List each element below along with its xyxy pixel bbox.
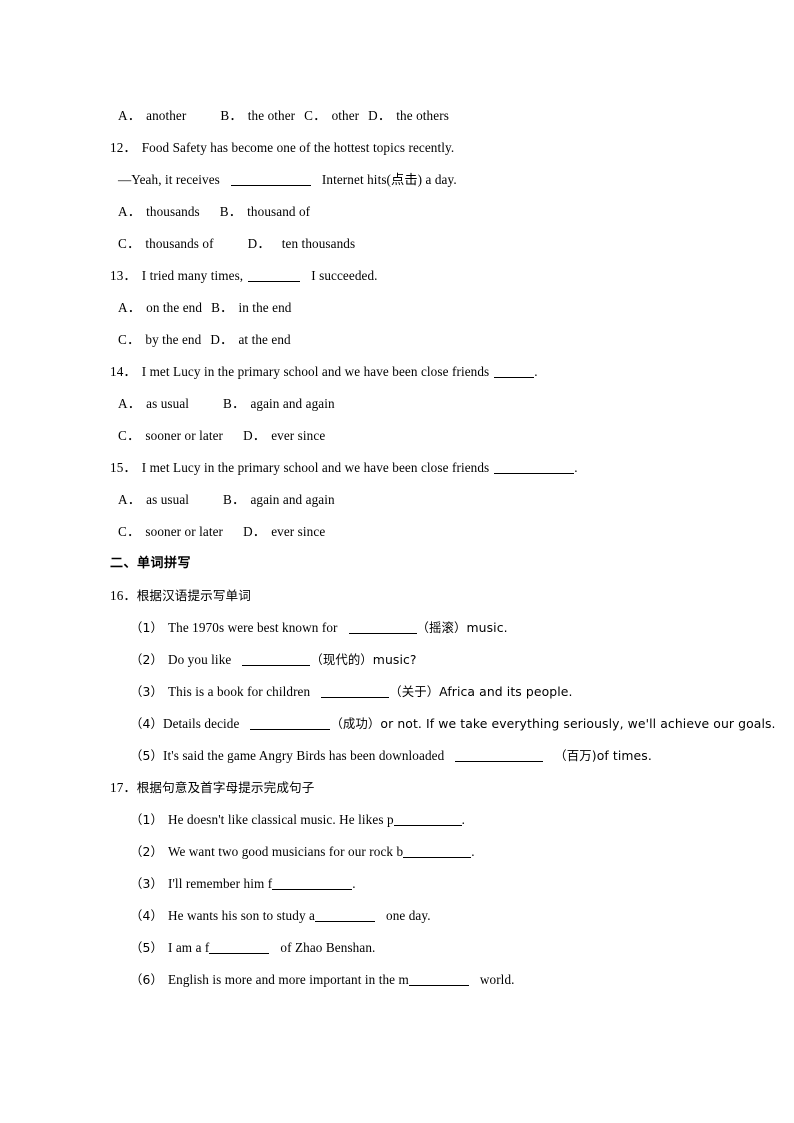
question-13-options-row-1: A． on the end B． in the end bbox=[110, 292, 704, 324]
question-14-options-row-1: A． as usual B． again and again bbox=[110, 388, 704, 420]
question-16-number: 16． bbox=[110, 588, 137, 603]
question-16-item-2: （2） Do you like （现代的）music? bbox=[130, 652, 417, 667]
option-c[interactable]: C． other bbox=[304, 100, 359, 132]
answer-blank[interactable] bbox=[321, 685, 390, 698]
option-c[interactable]: C． thousands of bbox=[118, 228, 214, 260]
option-a[interactable]: A． thousands bbox=[118, 196, 200, 228]
option-a[interactable]: A． as usual bbox=[118, 484, 189, 516]
question-12-text: Food Safety has become one of the hottes… bbox=[141, 140, 455, 155]
option-d[interactable]: D． ever since bbox=[243, 516, 325, 548]
option-d[interactable]: D． ten thousands bbox=[248, 228, 356, 260]
answer-blank[interactable] bbox=[250, 717, 331, 730]
question-16-item-5: （5）It's said the game Angry Birds has be… bbox=[130, 748, 652, 763]
answer-blank[interactable] bbox=[494, 365, 535, 378]
option-a[interactable]: A． another bbox=[118, 100, 186, 132]
option-b[interactable]: B． again and again bbox=[223, 484, 335, 516]
section-2-heading: 二、单词拼写 bbox=[110, 556, 192, 571]
question-17-item-5: （5） I am a f of Zhao Benshan. bbox=[130, 940, 376, 955]
question-15-options-row-2: C． sooner or later D． ever since bbox=[110, 516, 704, 548]
answer-blank[interactable] bbox=[494, 461, 575, 474]
document-page: A． another B． the other C． other D． the others … bbox=[0, 0, 794, 1123]
option-d[interactable]: D． the others bbox=[368, 100, 449, 132]
question-16-item-3: （3） This is a book for children （关于）Africa… bbox=[130, 684, 573, 699]
question-12-dialogue: —Yeah, it receives Internet hits(点击) a da… bbox=[118, 172, 457, 187]
question-17-prompt: 17．根据句意及首字母提示完成句子 bbox=[110, 772, 704, 804]
question-12-stem: 12． Food Safety has become one of the hot… bbox=[110, 132, 704, 164]
question-12-options-row-2: C． thousands of D． ten thousands bbox=[110, 228, 704, 260]
question-14-number: 14． bbox=[110, 364, 137, 379]
answer-blank[interactable] bbox=[455, 749, 544, 762]
question-17-number: 17． bbox=[110, 780, 137, 795]
question-15-options-row-1: A． as usual B． again and again bbox=[110, 484, 704, 516]
answer-blank[interactable] bbox=[242, 653, 311, 666]
answer-blank[interactable] bbox=[230, 173, 311, 186]
answer-blank[interactable] bbox=[348, 621, 417, 634]
question-11-options-row: A． another B． the other C． other D． the others bbox=[110, 100, 704, 132]
answer-blank[interactable] bbox=[248, 269, 301, 282]
option-b[interactable]: B． thousand of bbox=[220, 196, 310, 228]
question-13-stem: 13． I tried many times, I succeeded. bbox=[110, 260, 704, 292]
option-b[interactable]: B． again and again bbox=[223, 388, 335, 420]
answer-blank[interactable] bbox=[403, 845, 472, 858]
question-16-item-1: （1） The 1970s were best known for （摇滚）musi… bbox=[130, 620, 508, 635]
question-16-item-4: （4）Details decide （成功）or not. If we take … bbox=[130, 716, 776, 731]
question-12-number: 12． bbox=[110, 140, 137, 155]
option-b[interactable]: B． in the end bbox=[211, 292, 291, 324]
answer-blank[interactable] bbox=[209, 941, 270, 954]
option-a[interactable]: A． on the end bbox=[118, 292, 202, 324]
option-c[interactable]: C． by the end bbox=[118, 324, 201, 356]
question-14-options-row-2: C． sooner or later D． ever since bbox=[110, 420, 704, 452]
option-c[interactable]: C． sooner or later bbox=[118, 516, 223, 548]
question-14-stem: 14． I met Lucy in the primary school and … bbox=[110, 356, 704, 388]
question-17-item-3: （3） I'll remember him f. bbox=[130, 876, 356, 891]
option-a[interactable]: A． as usual bbox=[118, 388, 189, 420]
answer-blank[interactable] bbox=[408, 973, 469, 986]
question-13-options-row-2: C． by the end D． at the end bbox=[110, 324, 704, 356]
option-d[interactable]: D． at the end bbox=[210, 324, 290, 356]
question-12-options-row-1: A． thousands B． thousand of bbox=[110, 196, 704, 228]
question-17-item-6: （6） English is more and more important in… bbox=[130, 972, 515, 987]
option-c[interactable]: C． sooner or later bbox=[118, 420, 223, 452]
answer-blank[interactable] bbox=[315, 909, 375, 922]
question-16-prompt: 16．根据汉语提示写单词 bbox=[110, 580, 704, 612]
question-17-item-4: （4） He wants his son to study a one day. bbox=[130, 908, 431, 923]
question-17-item-1: （1） He doesn't like classical music. He l… bbox=[130, 812, 466, 827]
option-b[interactable]: B． the other bbox=[220, 100, 295, 132]
question-17-item-2: （2） We want two good musicians for our ro… bbox=[130, 844, 475, 859]
option-d[interactable]: D． ever since bbox=[243, 420, 325, 452]
answer-blank[interactable] bbox=[393, 813, 462, 826]
question-15-number: 15． bbox=[110, 460, 137, 475]
question-15-stem: 15． I met Lucy in the primary school and … bbox=[110, 452, 704, 484]
answer-blank[interactable] bbox=[272, 877, 353, 890]
question-13-number: 13． bbox=[110, 268, 137, 283]
